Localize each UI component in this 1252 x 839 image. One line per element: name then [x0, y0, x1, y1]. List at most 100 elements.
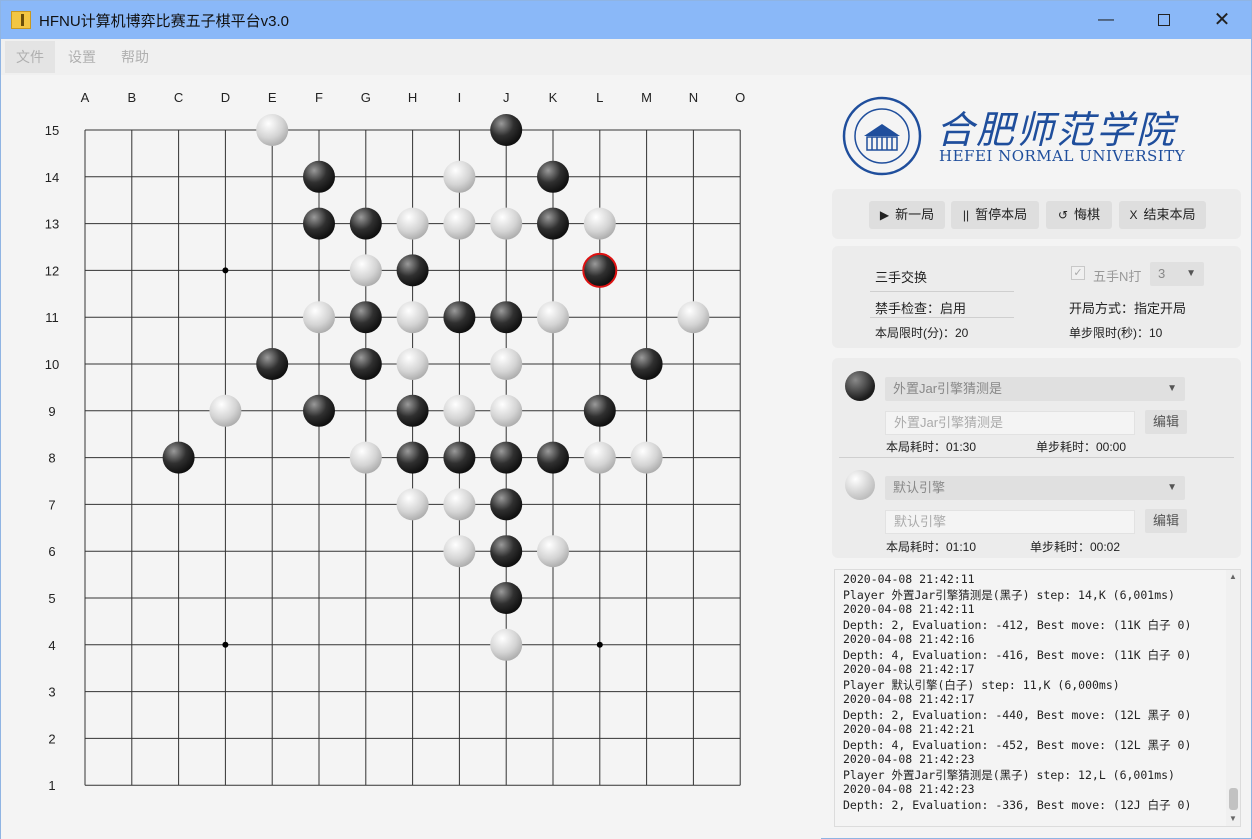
black-stone-icon: [845, 371, 875, 401]
log-scrollbar[interactable]: ▲ ▼: [1226, 570, 1240, 826]
university-name-en: HEFEI NORMAL UNIVERSITY: [939, 147, 1186, 165]
black-stone: [490, 301, 523, 334]
column-label: F: [315, 90, 323, 105]
game-time-limit-label: 本局限时(分)：20: [875, 326, 969, 340]
white-stone: [443, 207, 476, 240]
white-stone: [349, 254, 382, 287]
white-total-time: 本局耗时：01:10: [886, 540, 977, 554]
university-name-cn: 合肥师范学院: [936, 108, 1177, 152]
black-stone: [583, 394, 616, 427]
column-label: I: [458, 90, 462, 105]
undo-button[interactable]: ↺ 悔棋: [1046, 201, 1112, 229]
menu-file[interactable]: 文件: [5, 41, 55, 73]
control-panel: ▶ 新一局 || 暂停本局 ↺ 悔棋 X 结束本局: [832, 189, 1241, 239]
five-n-value: 3: [1158, 266, 1166, 281]
row-label: 5: [48, 591, 55, 606]
column-label: L: [596, 90, 603, 105]
white-engine-select[interactable]: 默认引擎 ▼: [885, 476, 1185, 500]
row-label: 1: [48, 778, 55, 793]
maximize-button[interactable]: [1135, 1, 1193, 39]
white-stone: [443, 160, 476, 193]
title-bar[interactable]: HFNU计算机博弈比赛五子棋平台v3.0 — ✕: [1, 1, 1251, 39]
black-stone: [443, 441, 476, 474]
new-game-button[interactable]: ▶ 新一局: [869, 201, 945, 229]
black-total-time: 本局耗时：01:30: [886, 440, 977, 454]
divider: [870, 291, 1014, 292]
chevron-down-icon: ▼: [1186, 268, 1196, 279]
close-x-icon: X: [1129, 208, 1138, 222]
end-game-button[interactable]: X 结束本局: [1119, 201, 1206, 229]
column-label: G: [361, 90, 371, 105]
app-icon: [11, 11, 31, 29]
black-stone: [537, 207, 569, 240]
settings-panel: 三手交换 ✓ 五手N打 3 ▼ 禁手检查：启用 开局方式：指定开局 本局限时(分…: [832, 246, 1241, 348]
white-stone: [349, 441, 382, 474]
scroll-up-icon[interactable]: ▲: [1226, 570, 1240, 584]
scroll-thumb[interactable]: [1229, 788, 1238, 810]
app-window: HFNU计算机博弈比赛五子棋平台v3.0 — ✕ 文件 设置 帮助 A 15 B 14…: [0, 0, 1252, 839]
black-stone: [396, 394, 429, 427]
new-game-label: 新一局: [895, 207, 935, 222]
star-point: [222, 267, 229, 274]
black-stone: [303, 207, 335, 240]
menu-settings[interactable]: 设置: [57, 41, 107, 73]
black-stone: [537, 160, 569, 193]
close-button[interactable]: ✕: [1193, 1, 1251, 39]
column-label: A: [81, 90, 90, 105]
minimize-button[interactable]: —: [1077, 1, 1135, 39]
log-line: 2020-04-08 21:42:17: [843, 692, 975, 706]
black-stone: [396, 254, 429, 287]
players-panel: 外置Jar引擎猜测是 ▼ 外置Jar引擎猜测是 编辑 本局耗时：01:30 单步…: [832, 358, 1241, 558]
row-label: 11: [45, 310, 59, 325]
black-stone: [490, 441, 523, 474]
board-area: A 15 B 14 C 13 D 12 E 11 F 10 G 9 H 8 I 7 J 6 K 5 L 4 M 3 N 2 O 1: [1, 75, 821, 839]
black-stone: [162, 441, 195, 474]
menu-help[interactable]: 帮助: [110, 41, 160, 73]
log-line: 2020-04-08 21:42:11: [843, 572, 975, 586]
row-label: 15: [45, 123, 59, 138]
five-n-checkbox[interactable]: ✓: [1071, 266, 1085, 280]
row-label: 12: [45, 263, 59, 278]
white-edit-button[interactable]: 编辑: [1145, 509, 1187, 533]
black-stone: [490, 114, 523, 146]
swap-label: 三手交换: [875, 270, 928, 285]
white-engine-value: 默认引擎: [893, 480, 946, 495]
play-icon: ▶: [879, 208, 890, 222]
row-label: 2: [48, 731, 55, 746]
star-point: [596, 641, 603, 648]
divider: [839, 457, 1234, 458]
column-label: B: [127, 90, 136, 105]
black-edit-button[interactable]: 编辑: [1145, 410, 1187, 434]
white-stone: [256, 114, 289, 146]
white-stone: [537, 301, 569, 334]
maximize-icon: [1158, 13, 1170, 26]
black-engine-path-input[interactable]: 外置Jar引擎猜测是: [885, 411, 1135, 435]
white-stone: [490, 628, 523, 661]
black-engine-value: 外置Jar引擎猜测是: [893, 381, 1003, 396]
black-stone: [490, 535, 523, 568]
menu-bar: 文件 设置 帮助: [1, 39, 1251, 75]
pause-icon: ||: [962, 208, 970, 222]
university-seal-icon: [842, 96, 922, 176]
log-panel[interactable]: 2020-04-08 21:42:11 Player 外置Jar引擎猜测是(黑子…: [834, 569, 1241, 827]
undo-label: 悔棋: [1074, 207, 1101, 222]
gomoku-board[interactable]: A 15 B 14 C 13 D 12 E 11 F 10 G 9 H 8 I 7 J 6 K 5 L 4 M 3 N 2 O 1: [1, 75, 821, 839]
white-stone: [443, 535, 476, 568]
black-engine-select[interactable]: 外置Jar引擎猜测是 ▼: [885, 377, 1185, 401]
forbidden-check-label: 禁手检查：启用: [875, 301, 967, 316]
white-stone: [583, 207, 616, 240]
row-label: 8: [48, 451, 55, 466]
white-stone: [583, 441, 616, 474]
black-stone: [630, 348, 663, 380]
scroll-down-icon[interactable]: ▼: [1226, 812, 1240, 826]
black-stone: [490, 582, 523, 614]
white-stone: [443, 394, 476, 427]
pause-button[interactable]: || 暂停本局: [951, 201, 1039, 229]
log-line: Depth: 2, Evaluation: -412, Best move: (…: [843, 618, 1192, 632]
black-stone: [303, 394, 335, 427]
five-n-select[interactable]: 3 ▼: [1150, 262, 1204, 286]
white-stone: [209, 394, 242, 427]
row-label: 10: [45, 357, 59, 372]
white-step-time: 单步耗时：00:02: [1030, 540, 1121, 554]
white-engine-path-input[interactable]: 默认引擎: [885, 510, 1135, 534]
